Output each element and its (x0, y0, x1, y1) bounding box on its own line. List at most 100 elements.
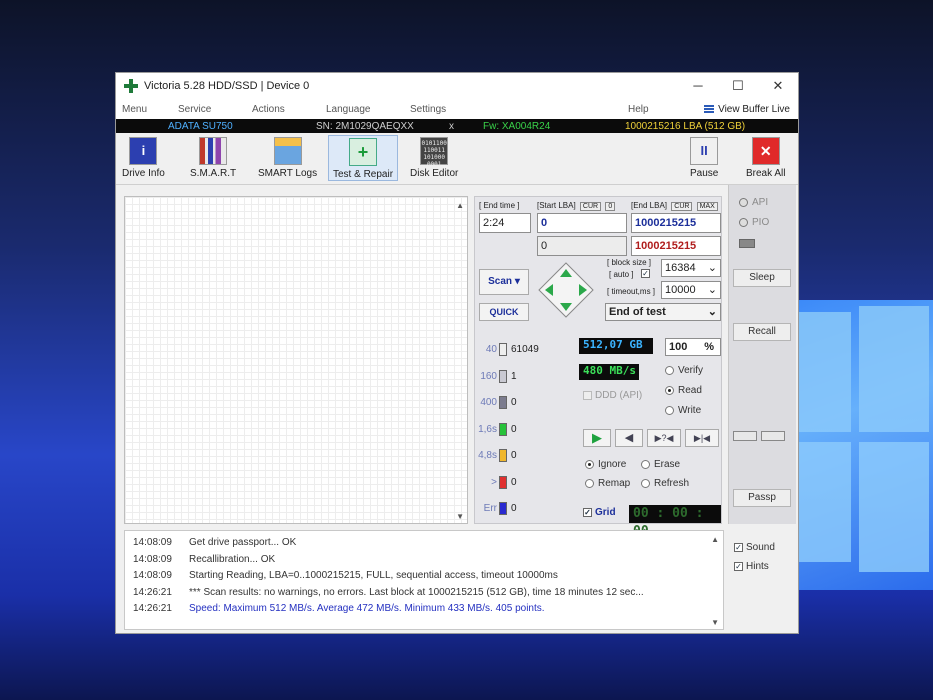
erase-radio[interactable]: Erase (641, 459, 680, 470)
menu-language[interactable]: Language (320, 104, 404, 115)
block-size-select[interactable]: 16384 ⌄ (661, 259, 721, 277)
list-icon (704, 104, 715, 114)
disk-editor-button[interactable]: 0101100 110011 101000 0001 Disk Editor (410, 137, 458, 179)
remap-radio[interactable]: Remap (585, 478, 630, 489)
grid-checkbox[interactable]: ✓ Grid (583, 507, 616, 518)
scan-control-panel: [ End time ] 2:24 [Start LBA] CUR 0 0 0 … (474, 196, 722, 539)
menu-menu[interactable]: Menu (116, 104, 172, 115)
start-cur-button[interactable]: CUR (579, 202, 602, 211)
legend-row: 40 61049 (475, 343, 575, 356)
legend-swatch (499, 369, 507, 383)
chevron-down-icon[interactable]: ▼ (456, 512, 464, 521)
log-message: Speed: Maximum 512 MB/s. Average 472 MB/… (189, 603, 545, 614)
write-radio[interactable]: Write (665, 405, 701, 416)
play-icon[interactable]: ▶ (583, 429, 611, 447)
smart-icon (199, 137, 228, 165)
verify-radio[interactable]: Verify (665, 365, 703, 376)
end-time-field[interactable]: 2:24 (479, 213, 531, 233)
log-options: ✓ Sound ✓ Hints (728, 530, 796, 630)
scan-grid-map: ▲ ▼ (124, 196, 468, 524)
current-lba-field: 0 (537, 236, 627, 256)
refresh-label: Refresh (654, 478, 690, 489)
legend-row: >0 (475, 475, 575, 489)
drive-info-button[interactable]: i Drive Info (122, 137, 165, 179)
sleep-button[interactable]: Sleep (733, 269, 791, 287)
drive-info-icon: i (129, 137, 158, 165)
log-message: *** Scan results: no warnings, no errors… (189, 586, 644, 598)
chevron-down-icon: ⌄ (707, 284, 717, 296)
api-label: API (752, 197, 769, 208)
pio-label: PIO (752, 217, 770, 228)
start-lba-input[interactable]: 0 (537, 213, 627, 233)
legend-label: 40 (485, 344, 497, 355)
quick-button[interactable]: QUICK (479, 303, 529, 321)
device-firmware: Fw: XA004R24 (483, 120, 551, 132)
break-all-button[interactable]: ✕ Break All (746, 137, 785, 179)
test-repair-button[interactable]: Test & Repair (328, 135, 399, 181)
minimize-button[interactable]: ─ (678, 73, 718, 99)
seek-end-icon[interactable]: ▶|◀ (685, 429, 719, 447)
passp-button[interactable]: Passp (733, 489, 791, 507)
legend-label: Err (483, 503, 497, 514)
drive-info-label: Drive Info (122, 168, 165, 179)
start-zero-button[interactable]: 0 (605, 202, 616, 211)
ignore-label: Ignore (598, 459, 627, 470)
menu-settings[interactable]: Settings (404, 104, 622, 115)
seek-random-icon[interactable]: ▶?◀ (647, 429, 681, 447)
timeout-select[interactable]: 10000 ⌄ (661, 281, 721, 299)
log-entry: 14:26:21 *** Scan results: no warnings, n… (133, 587, 644, 598)
block-size-value: 16384 (665, 262, 696, 274)
menu-actions[interactable]: Actions (246, 104, 320, 115)
legend-label: 400 (480, 397, 497, 408)
auto-checkbox[interactable]: ✓ (641, 269, 650, 278)
read-label: Read (678, 385, 702, 396)
legend-row: 4,8s 0 (475, 449, 575, 462)
ignore-radio[interactable]: Ignore (585, 459, 626, 470)
legend-row: Err 0 (475, 502, 575, 515)
hints-checkbox[interactable]: ✓ Hints (734, 561, 769, 572)
legend-count: 0 (511, 423, 517, 435)
log-entry: 14:08:09 Starting Reading, LBA=0..1000215… (133, 570, 558, 581)
legend-swatch (499, 449, 507, 462)
end-lba-input[interactable]: 1000215215 (631, 213, 721, 233)
chevron-down-icon[interactable]: ▼ (711, 618, 719, 627)
log-message: Starting Reading, LBA=0..1000215215, FUL… (189, 570, 558, 581)
timeout-label: [ timeout,ms ] (607, 287, 656, 296)
block-size-label: [ block size ] (607, 258, 652, 267)
pause-label: Pause (690, 168, 719, 179)
hints-label: Hints (746, 561, 769, 572)
chevron-up-icon[interactable]: ▲ (456, 201, 464, 210)
led-indicator (733, 431, 757, 441)
pause-button[interactable]: II Pause (690, 137, 718, 179)
percent-value: 100 (669, 341, 688, 353)
legend-count: 0 (511, 397, 517, 408)
chevron-up-icon[interactable]: ▲ (711, 535, 719, 544)
log-entry: 14:26:21 Speed: Maximum 512 MB/s. Average… (133, 603, 545, 614)
menu-help[interactable]: Help (622, 104, 649, 115)
sound-checkbox[interactable]: ✓ Sound (734, 542, 775, 553)
recall-button[interactable]: Recall (733, 323, 791, 341)
pio-radio[interactable]: PIO (739, 217, 769, 228)
percent-readout: 100 % (665, 338, 721, 356)
end-of-test-select[interactable]: End of test ⌄ (605, 303, 721, 321)
legend-swatch (499, 343, 507, 356)
smart-logs-button[interactable]: SMART Logs (258, 137, 317, 179)
read-radio[interactable]: Read (665, 385, 702, 396)
menu-service[interactable]: Service (172, 104, 246, 115)
maximize-button[interactable]: ☐ (718, 73, 758, 99)
log-timestamp: 14:08:09 (133, 537, 172, 548)
end-max-button[interactable]: MAX (696, 202, 718, 211)
smart-button[interactable]: S.M.A.R.T (190, 137, 236, 179)
close-button[interactable]: ✕ (758, 73, 798, 99)
legend-swatch (499, 422, 507, 436)
rewind-icon[interactable]: ◀ (615, 429, 643, 447)
direction-pad[interactable] (537, 261, 595, 319)
ddd-api-label: DDD (API) (595, 390, 643, 401)
pause-icon: II (690, 137, 719, 165)
end-cur-button[interactable]: CUR (671, 202, 693, 211)
refresh-radio[interactable]: Refresh (641, 478, 689, 489)
view-buffer-live-link[interactable]: View Buffer Live (704, 104, 790, 115)
scan-button[interactable]: Scan ▾ (479, 269, 529, 295)
api-radio[interactable]: API (739, 197, 768, 208)
legend-count: 0 (511, 503, 517, 514)
